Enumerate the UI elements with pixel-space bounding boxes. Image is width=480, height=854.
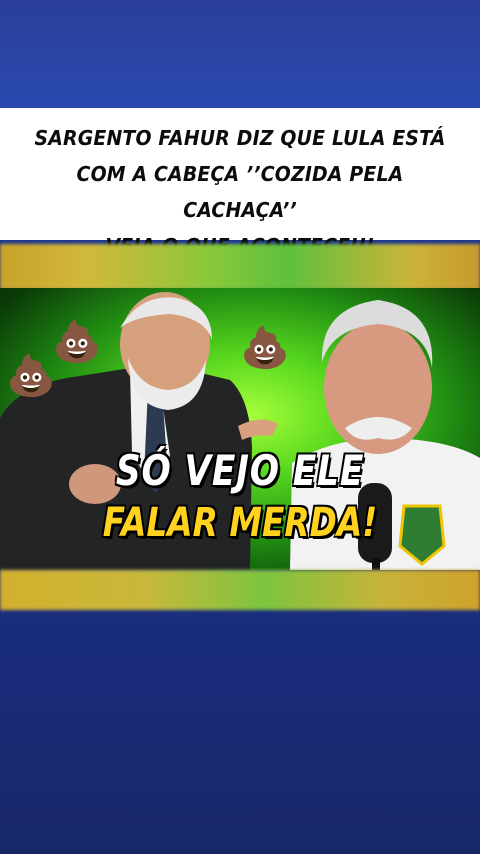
poop-emoji-icon: 💩: [240, 325, 290, 371]
top-background: [0, 0, 480, 108]
poop-emoji-icon: 💩: [52, 319, 102, 365]
thumbnail-caption-line-2: FALAR MERDA!: [102, 500, 378, 546]
headline-box: SARGENTO FAHUR DIZ QUE LULA ESTÁ COM A C…: [0, 108, 480, 258]
poop-emoji-icon: 💩: [6, 353, 56, 399]
blurred-strip-bottom: [0, 570, 480, 610]
headline-line-2: COM A CABEÇA ’’COZIDA PELA CACHAÇA’’: [76, 162, 404, 222]
thumbnail-caption-line-1: SÓ VEJO ELE: [115, 446, 365, 495]
blurred-strip-top: [0, 244, 480, 290]
headline-line-1: SARGENTO FAHUR DIZ QUE LULA ESTÁ: [34, 126, 446, 150]
